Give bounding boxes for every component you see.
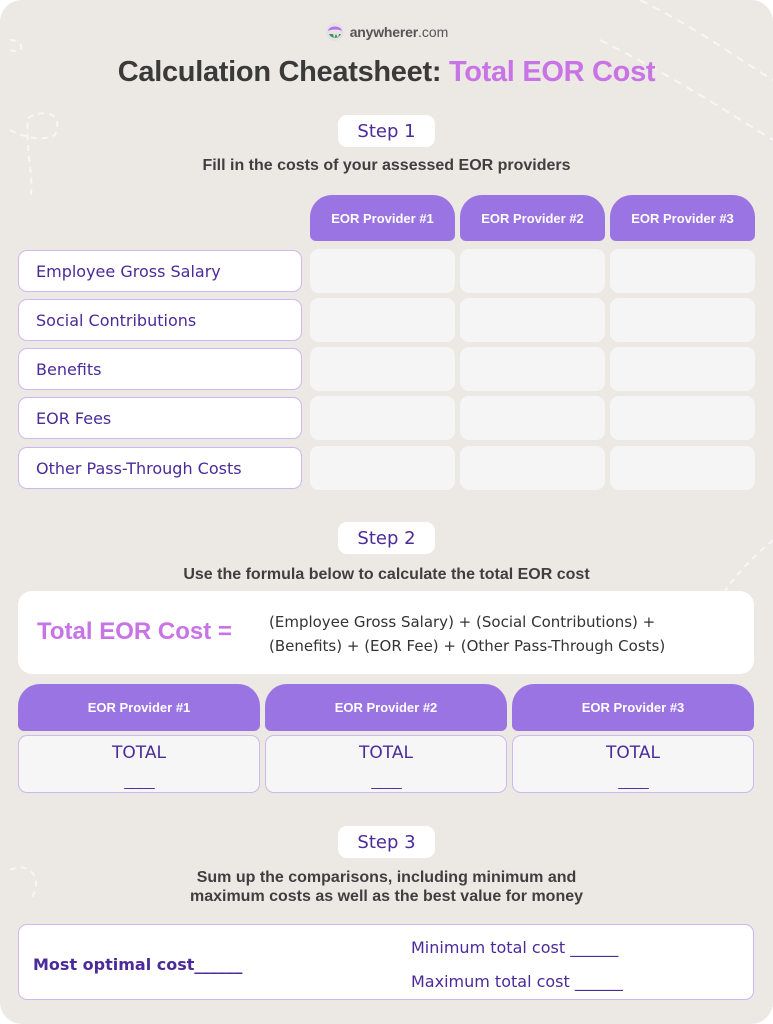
cost-cell[interactable]	[610, 249, 755, 293]
minimum-total-cost-field[interactable]: Minimum total cost ______	[411, 938, 618, 957]
row-label-employee-gross-salary: Employee Gross Salary	[18, 250, 302, 292]
step1-provider-header-2: EOR Provider #2	[460, 195, 605, 241]
cheatsheet-page: anywherer.com Calculation Cheatsheet: To…	[0, 0, 773, 1024]
row-label-other-pass-through-costs: Other Pass-Through Costs	[18, 447, 302, 489]
total-blank: ____	[124, 773, 154, 790]
formula-rhs-line-2: (Benefits) + (EOR Fee) + (Other Pass-Thr…	[269, 637, 666, 655]
total-label: TOTAL	[359, 743, 413, 763]
total-box-provider-2[interactable]: TOTAL ____	[265, 735, 507, 793]
step-1-description: Fill in the costs of your assessed EOR p…	[202, 157, 571, 174]
cost-cell[interactable]	[610, 396, 755, 440]
total-blank: ____	[371, 773, 401, 790]
cost-cell[interactable]	[460, 446, 605, 490]
row-label-social-contributions: Social Contributions	[18, 299, 302, 341]
total-box-provider-1[interactable]: TOTAL ____	[18, 735, 260, 793]
cost-cell[interactable]	[610, 446, 755, 490]
cost-cell[interactable]	[460, 396, 605, 440]
step2-provider-header-3: EOR Provider #3	[512, 684, 754, 731]
cost-cell[interactable]	[610, 347, 755, 391]
cost-cell[interactable]	[310, 396, 455, 440]
step2-provider-header-1: EOR Provider #1	[18, 684, 260, 731]
cost-cell[interactable]	[460, 249, 605, 293]
row-label-eor-fees: EOR Fees	[18, 397, 302, 439]
step-3-description-line-2: maximum costs as well as the best value …	[189, 888, 584, 905]
step-3-badge: Step 3	[338, 826, 435, 858]
step1-provider-header-1: EOR Provider #1	[310, 195, 455, 241]
formula-rhs-line-1: (Employee Gross Salary) + (Social Contri…	[269, 613, 656, 631]
step-1-badge: Step 1	[338, 115, 435, 147]
step1-provider-header-3: EOR Provider #3	[610, 195, 755, 241]
cost-cell[interactable]	[310, 446, 455, 490]
cost-cell[interactable]	[460, 298, 605, 342]
formula-lhs: Total EOR Cost =	[37, 618, 232, 645]
step-3-description-line-1: Sum up the comparisons, including minimu…	[196, 869, 577, 886]
total-blank: ____	[618, 773, 648, 790]
formula-rhs: (Employee Gross Salary) + (Social Contri…	[269, 610, 749, 658]
total-label: TOTAL	[112, 743, 166, 763]
formula-box: Total EOR Cost = (Employee Gross Salary)…	[18, 591, 754, 674]
cost-cell[interactable]	[310, 347, 455, 391]
step-2-description: Use the formula below to calculate the t…	[183, 566, 590, 583]
page-title: Calculation Cheatsheet: Total EOR Cost	[117, 56, 656, 88]
total-box-provider-3[interactable]: TOTAL ____	[512, 735, 754, 793]
step2-provider-header-2: EOR Provider #2	[265, 684, 507, 731]
row-label-benefits: Benefits	[18, 348, 302, 390]
summary-box: Most optimal cost______ Minimum total co…	[18, 924, 754, 1000]
step-2-badge: Step 2	[338, 522, 435, 554]
brand-logo: anywherer.com	[0, 22, 773, 42]
cost-cell[interactable]	[610, 298, 755, 342]
step-3-description: Sum up the comparisons, including minimu…	[0, 868, 773, 906]
maximum-total-cost-field[interactable]: Maximum total cost ______	[411, 972, 623, 991]
most-optimal-cost-field[interactable]: Most optimal cost______	[33, 955, 242, 974]
cost-cell[interactable]	[310, 249, 455, 293]
total-label: TOTAL	[606, 743, 660, 763]
cost-cell[interactable]	[310, 298, 455, 342]
logo-text: anywherer.com	[349, 24, 449, 40]
cost-cell[interactable]	[460, 347, 605, 391]
globe-logo-icon	[325, 23, 344, 41]
